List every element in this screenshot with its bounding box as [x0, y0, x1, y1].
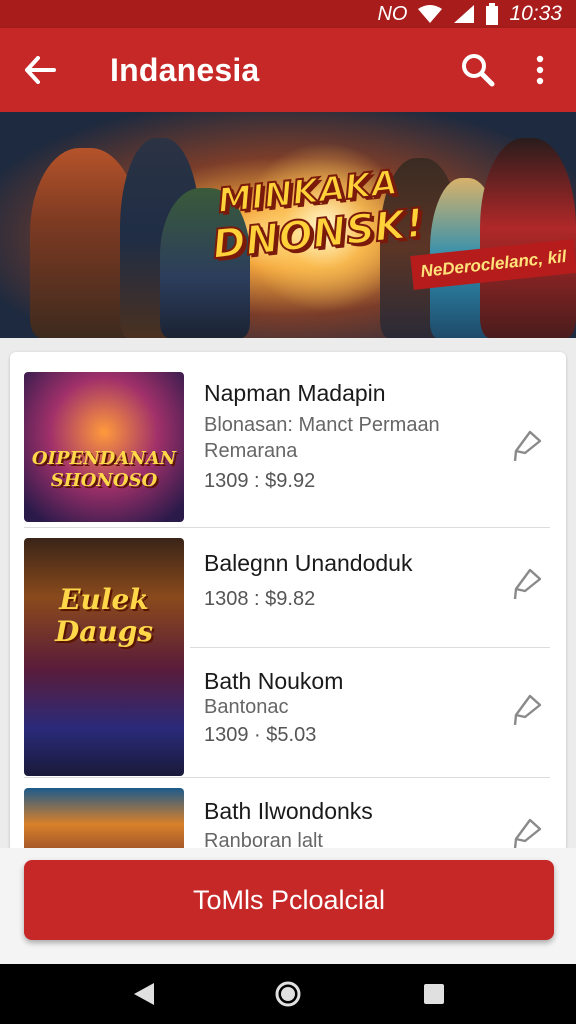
list-item[interactable]: Bath Noukom Bantonac 1309 · $5.03	[24, 648, 550, 778]
item-title: Bath Noukom	[204, 668, 344, 694]
list-item[interactable]: Eulek Daugs Balegnn Unandoduk 1308 : $9.…	[24, 528, 550, 776]
thumbnail-text: OIPENDANAN SHONOSO	[31, 448, 177, 491]
game-thumbnail: OIPENDANAN SHONOSO	[24, 372, 184, 522]
list-item[interactable]: OIPENDANAN SHONOSO Napman Madapin Blonas…	[24, 366, 550, 528]
status-bar: ΝO 10:33	[0, 0, 576, 28]
bookmark-button[interactable]	[510, 692, 546, 728]
search-icon	[462, 54, 495, 87]
nav-recents-button[interactable]	[420, 980, 448, 1008]
more-options-button[interactable]	[520, 48, 560, 92]
status-time: 10:33	[509, 2, 562, 25]
bookmark-button[interactable]	[510, 816, 546, 852]
item-title: Balegnn Unandoduk	[204, 550, 413, 576]
wifi-icon	[418, 5, 443, 23]
item-subtitle: Remarana	[204, 440, 298, 462]
nav-home-button[interactable]	[274, 980, 302, 1008]
item-title: Napman Madapin	[204, 380, 386, 406]
bookmark-icon	[513, 430, 542, 462]
item-price: 1309 · $5.03	[204, 724, 317, 746]
game-list: OIPENDANAN SHONOSO Napman Madapin Blonas…	[10, 352, 566, 852]
bookmark-button[interactable]	[510, 428, 546, 464]
item-price: 1309 : $9.92	[204, 470, 316, 492]
signal-icon	[454, 5, 475, 23]
page-title: Indanesia	[110, 52, 260, 88]
status-icons: ΝO 10:33	[377, 2, 562, 26]
bookmark-button[interactable]	[510, 566, 546, 602]
game-thumbnail	[24, 788, 184, 852]
banner-character	[480, 138, 576, 338]
back-button[interactable]	[16, 48, 64, 92]
bookmark-icon	[513, 568, 542, 600]
list-item[interactable]: Bath Ilwondonks Ranboran lalt	[24, 778, 550, 852]
bookmark-icon	[513, 694, 542, 726]
item-title: Bath Ilwondonks	[204, 798, 373, 824]
item-subtitle: Blonasan: Manct Permaan	[204, 414, 440, 436]
carrier-label: ΝO	[377, 2, 408, 25]
search-button[interactable]	[454, 48, 502, 92]
recents-square-icon	[424, 984, 444, 1004]
item-price: 1308 : $9.82	[204, 588, 316, 610]
back-arrow-icon	[25, 56, 56, 84]
more-vert-icon	[536, 55, 544, 85]
back-triangle-icon	[134, 983, 154, 1005]
app-bar: Indanesia	[0, 28, 576, 112]
promo-banner[interactable]: MINKAKA DNONSK!	[0, 112, 576, 338]
system-nav-bar	[0, 964, 576, 1024]
home-circle-icon	[275, 981, 301, 1007]
thumbnail-text: Eulek Daugs	[54, 583, 154, 648]
bookmark-icon	[513, 818, 542, 850]
bottom-action-area: ToMls Pcloalcial	[0, 848, 576, 964]
nav-back-button[interactable]	[130, 980, 158, 1008]
item-subtitle: Bantonac	[204, 696, 289, 718]
battery-icon	[486, 3, 499, 25]
primary-action-button[interactable]: ToMls Pcloalcial	[24, 860, 554, 940]
